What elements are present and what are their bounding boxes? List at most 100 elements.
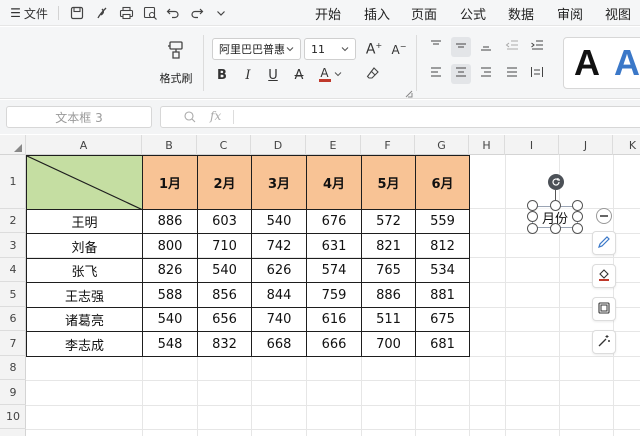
value-cell[interactable]: 821	[361, 233, 416, 259]
value-cell[interactable]: 626	[251, 258, 307, 283]
zoom-search-icon[interactable]	[183, 110, 197, 127]
month-header-cell[interactable]: 2月	[197, 155, 252, 210]
value-cell[interactable]: 603	[197, 209, 252, 234]
clear-format-button[interactable]	[363, 65, 383, 85]
function-icon[interactable]: fx	[210, 109, 221, 123]
row-header-9[interactable]: 9	[0, 380, 26, 405]
resize-handle-top-left[interactable]	[527, 200, 538, 211]
month-header-cell[interactable]: 3月	[251, 155, 307, 210]
month-header-cell[interactable]: 1月	[142, 155, 198, 210]
row-header-7[interactable]: 7	[0, 331, 26, 356]
font-name-dropdown[interactable]: 阿里巴巴普惠	[212, 38, 301, 60]
collapse-toolbar-button[interactable]	[596, 208, 612, 224]
name-cell[interactable]: 王志强	[26, 282, 143, 308]
value-cell[interactable]: 588	[142, 282, 198, 308]
row-header-1[interactable]: 1	[0, 155, 26, 209]
font-size-dropdown[interactable]: 11	[304, 38, 356, 60]
row-header-4[interactable]: 4	[0, 258, 26, 282]
tab-view[interactable]: 视图	[596, 0, 640, 26]
month-header-cell[interactable]: 4月	[306, 155, 362, 210]
style-preview-dark[interactable]: A	[574, 40, 600, 86]
name-cell[interactable]: 刘备	[26, 233, 143, 259]
column-header-h[interactable]: H	[469, 135, 505, 155]
align-bottom-button[interactable]	[476, 37, 496, 57]
align-left-button[interactable]	[426, 64, 446, 84]
save-icon[interactable]	[68, 4, 86, 22]
value-cell[interactable]: 844	[251, 282, 307, 308]
column-header-d[interactable]: D	[251, 135, 306, 155]
tab-review[interactable]: 审阅	[548, 0, 592, 26]
resize-handle-right[interactable]	[572, 211, 583, 222]
value-cell[interactable]: 886	[361, 282, 416, 308]
value-cell[interactable]: 886	[142, 209, 198, 234]
value-cell[interactable]: 668	[251, 331, 307, 357]
print-icon[interactable]	[117, 4, 135, 22]
formula-input[interactable]: fx	[160, 106, 640, 128]
value-cell[interactable]: 800	[142, 233, 198, 259]
font-dialog-launcher-icon[interactable]	[405, 87, 413, 101]
value-cell[interactable]: 675	[415, 307, 470, 332]
increase-font-size-button[interactable]: A+	[364, 39, 384, 59]
increase-indent-button[interactable]	[527, 37, 547, 57]
column-header-j[interactable]: J	[559, 135, 613, 155]
name-cell[interactable]: 诸葛亮	[26, 307, 143, 332]
column-header-a[interactable]: A	[26, 135, 142, 155]
file-menu[interactable]: ☰ 文件	[6, 0, 52, 26]
shape-outline-button[interactable]	[592, 231, 616, 255]
value-cell[interactable]: 759	[306, 282, 362, 308]
font-color-button[interactable]: A	[314, 64, 346, 84]
value-cell[interactable]: 511	[361, 307, 416, 332]
column-header-c[interactable]: C	[197, 135, 251, 155]
undo-icon[interactable]	[164, 4, 182, 22]
tab-formula[interactable]: 公式	[451, 0, 495, 26]
name-cell[interactable]: 李志成	[26, 331, 143, 357]
value-cell[interactable]: 559	[415, 209, 470, 234]
value-cell[interactable]: 540	[197, 258, 252, 283]
justify-button[interactable]	[502, 64, 522, 84]
value-cell[interactable]: 572	[361, 209, 416, 234]
resize-handle-bottom[interactable]	[550, 223, 561, 234]
name-box[interactable]: 文本框 3	[6, 106, 152, 128]
shape-effects-button[interactable]	[592, 297, 616, 321]
diagonal-header-cell[interactable]	[26, 155, 143, 210]
strikethrough-button[interactable]: A	[289, 65, 309, 85]
row-header-6[interactable]: 6	[0, 307, 26, 331]
value-cell[interactable]: 631	[306, 233, 362, 259]
value-cell[interactable]: 574	[306, 258, 362, 283]
resize-handle-left[interactable]	[527, 211, 538, 222]
align-top-button[interactable]	[426, 37, 446, 57]
value-cell[interactable]: 540	[251, 209, 307, 234]
decrease-indent-button[interactable]	[502, 37, 522, 57]
row-header-10[interactable]: 10	[0, 405, 26, 429]
tab-insert[interactable]: 插入	[355, 0, 399, 26]
value-cell[interactable]: 534	[415, 258, 470, 283]
row-header-3[interactable]: 3	[0, 233, 26, 258]
value-cell[interactable]: 710	[197, 233, 252, 259]
shape-fill-button[interactable]	[592, 264, 616, 288]
value-cell[interactable]: 856	[197, 282, 252, 308]
align-middle-button[interactable]	[451, 37, 471, 57]
value-cell[interactable]: 765	[361, 258, 416, 283]
value-cell[interactable]: 548	[142, 331, 198, 357]
underline-button[interactable]: U	[263, 65, 283, 85]
resize-handle-top-right[interactable]	[572, 200, 583, 211]
value-cell[interactable]: 540	[142, 307, 198, 332]
export-pdf-icon[interactable]	[93, 4, 111, 22]
column-header-k[interactable]: K	[613, 135, 640, 155]
row-header-8[interactable]: 8	[0, 356, 26, 380]
value-cell[interactable]: 832	[197, 331, 252, 357]
row-header-5[interactable]: 5	[0, 282, 26, 307]
resize-handle-bottom-left[interactable]	[527, 223, 538, 234]
tab-page[interactable]: 页面	[402, 0, 446, 26]
decrease-font-size-button[interactable]: A−	[389, 39, 409, 59]
column-header-f[interactable]: F	[361, 135, 415, 155]
value-cell[interactable]: 881	[415, 282, 470, 308]
value-cell[interactable]: 812	[415, 233, 470, 259]
value-cell[interactable]: 826	[142, 258, 198, 283]
column-header-e[interactable]: E	[306, 135, 361, 155]
chevron-down-icon[interactable]	[212, 4, 230, 22]
value-cell[interactable]: 742	[251, 233, 307, 259]
column-header-g[interactable]: G	[415, 135, 469, 155]
name-cell[interactable]: 张飞	[26, 258, 143, 283]
tab-home[interactable]: 开始	[306, 0, 350, 26]
